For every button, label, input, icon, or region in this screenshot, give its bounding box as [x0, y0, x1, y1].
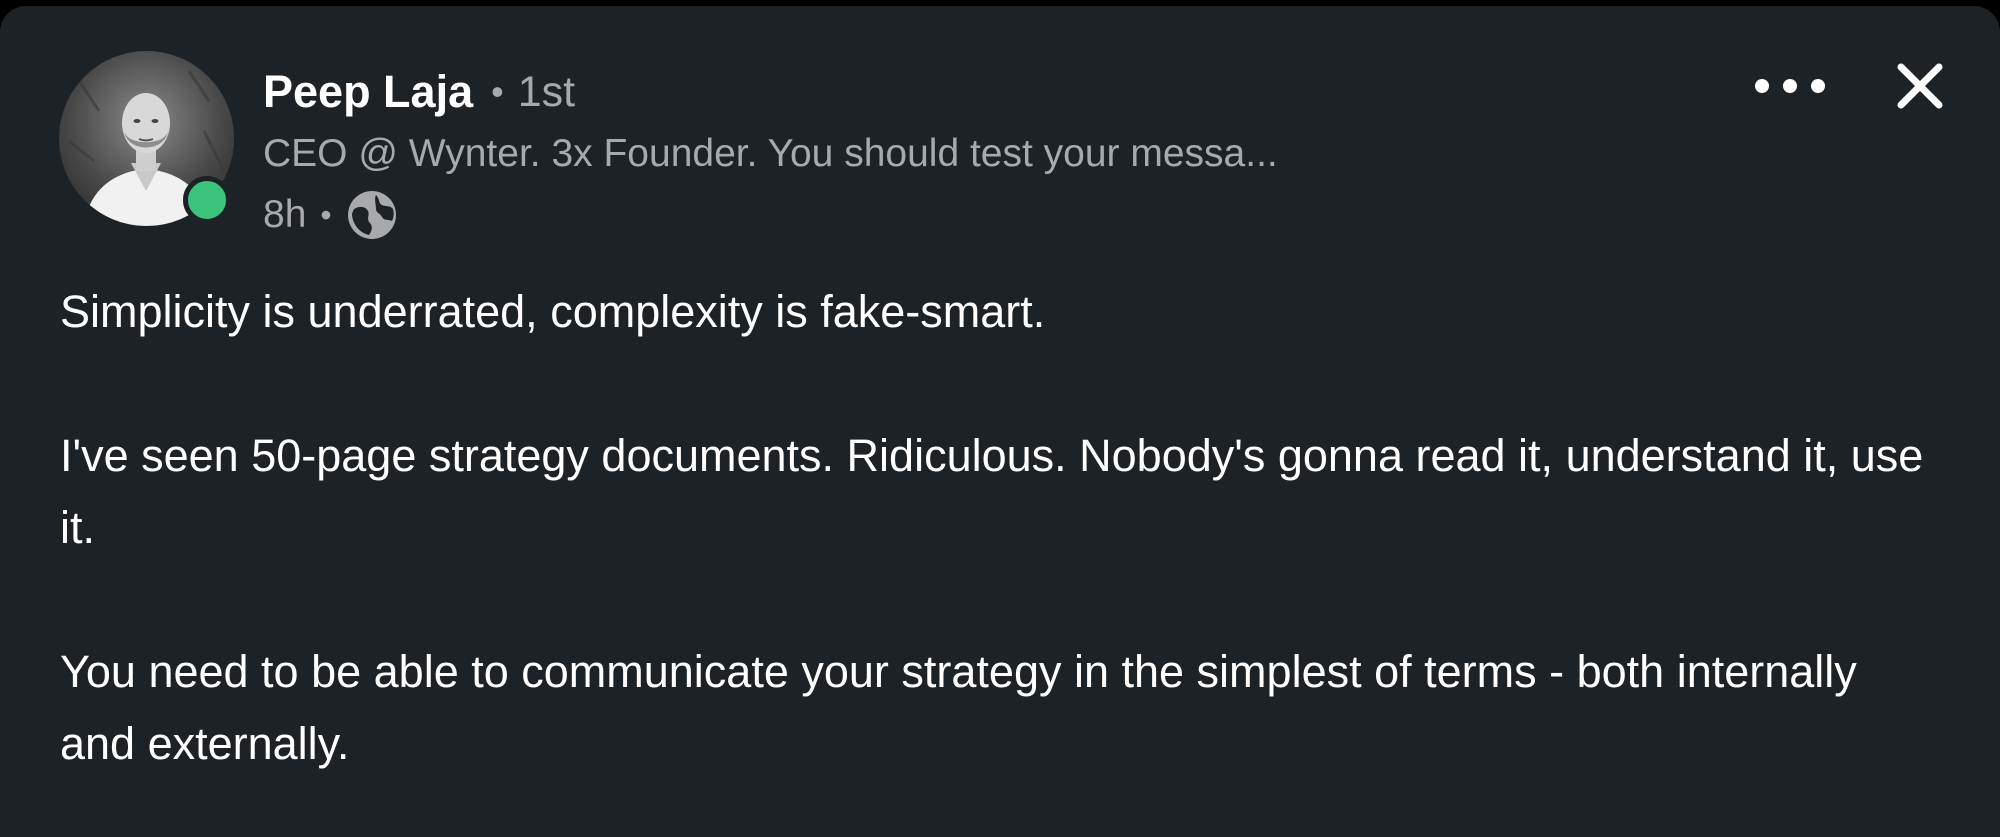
post-paragraph: You need to be able to communicate your …	[60, 646, 1857, 769]
post-card: Peep Laja • 1st CEO @ Wynter. 3x Founder…	[0, 6, 2000, 837]
close-icon	[1897, 63, 1943, 109]
post-timestamp[interactable]: 8h	[263, 193, 306, 237]
author-avatar[interactable]	[59, 51, 234, 226]
author-headline: CEO @ Wynter. 3x Founder. You should tes…	[263, 132, 1278, 175]
post-meta: 8h •	[263, 189, 398, 241]
post-paragraph: I've seen 50-page strategy documents. Ri…	[60, 430, 1924, 553]
meta-separator: •	[320, 196, 332, 233]
post-body: Simplicity is underrated, complexity is …	[60, 276, 1940, 780]
author-name-row: Peep Laja • 1st	[263, 64, 575, 120]
more-options-button[interactable]	[1740, 56, 1840, 116]
ellipsis-icon	[1755, 79, 1825, 93]
connection-degree: 1st	[517, 67, 576, 116]
close-button[interactable]	[1885, 51, 1955, 121]
name-separator: •	[491, 71, 504, 112]
globe-icon	[347, 191, 396, 239]
post-paragraph: Simplicity is underrated, complexity is …	[60, 286, 1046, 337]
online-status-indicator	[183, 176, 231, 224]
author-name[interactable]: Peep Laja	[263, 66, 473, 118]
